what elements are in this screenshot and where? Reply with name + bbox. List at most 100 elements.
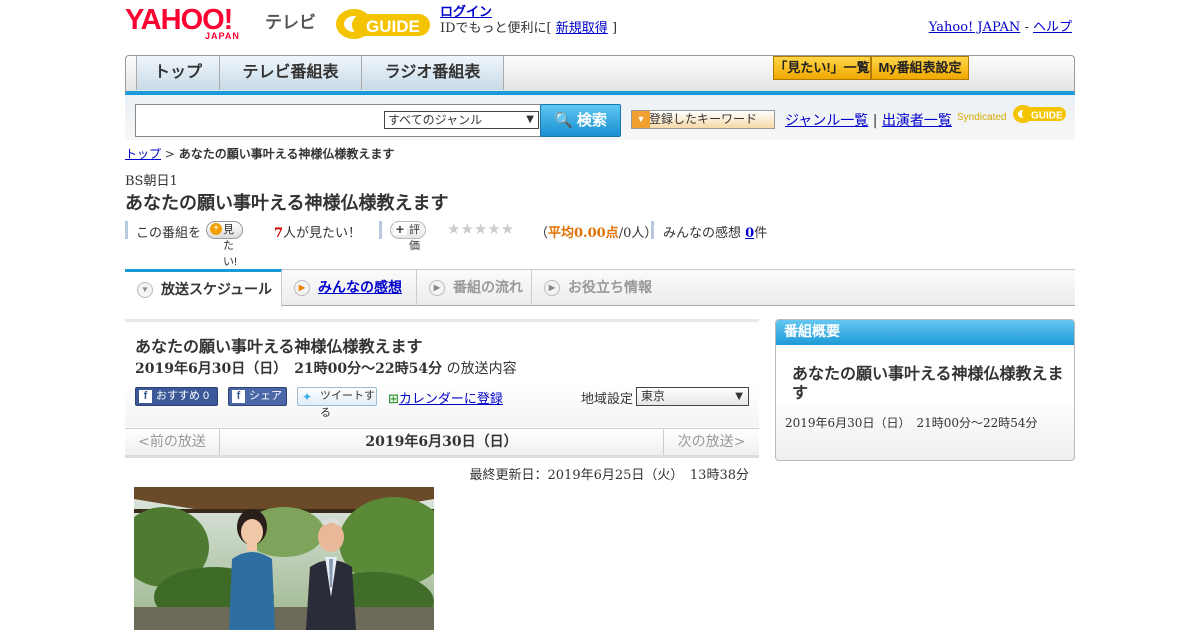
performer-list-link[interactable]: 出演者一覧: [882, 113, 952, 129]
tab-schedule-label: 放送スケジュール: [161, 281, 273, 297]
syndicated-label: Syndicated: [957, 112, 1007, 123]
twitter-bird-icon: ✦: [302, 390, 313, 404]
avg-score: 平均0.00点: [548, 226, 619, 241]
kansou-suffix: 件: [754, 226, 768, 241]
login-box: ログイン IDでもっと便利に[ 新規取得 ]: [440, 5, 617, 37]
genre-links: ジャンル一覧 | 出演者一覧: [785, 110, 952, 130]
gguide-small-logo-text: GUIDE: [1031, 111, 1063, 122]
rating-stars: ★★★★★: [447, 220, 515, 238]
calendar-add-icon: ⊞: [388, 392, 399, 407]
mitai-button[interactable]: + 見たい!: [206, 221, 244, 268]
rating-divider: [125, 221, 128, 239]
rating-divider: [379, 221, 382, 239]
dropdown-arrow-icon: ▼: [632, 111, 650, 128]
search-button-label: 検索: [576, 112, 607, 129]
program-summary-panel: 番組概要 あなたの願い事叶える神様仏様教えます 2019年6月30日（日） 21…: [775, 319, 1075, 461]
station-name: BS朝日1: [125, 174, 178, 189]
yahoo-logo-text: YAHOO!: [125, 4, 233, 36]
program-summary-title: あなたの願い事叶える神様仏様教えます: [792, 364, 1064, 402]
date-nav: <前の放送 2019年6月30日（日） 次の放送>: [125, 428, 759, 458]
page-title: あなたの願い事叶える神様仏様教えます: [125, 193, 449, 214]
region-select[interactable]: 東京 ▼: [636, 387, 749, 406]
broadcast-date: 2019年6月30日（日）: [365, 434, 518, 450]
program-photo: [134, 487, 434, 630]
facebook-icon: f: [232, 390, 245, 403]
program-photo-image: [134, 487, 434, 630]
help-link[interactable]: ヘルプ: [1033, 20, 1072, 35]
next-broadcast-link[interactable]: 次の放送>: [663, 429, 759, 455]
yahoo-logo[interactable]: YAHOO! JAPAN: [125, 6, 261, 42]
region-select-value: 東京: [641, 389, 666, 403]
mitai-list-button[interactable]: 「見たい!」一覧: [773, 56, 871, 80]
tweet-button[interactable]: ✦ ツイートする: [297, 387, 377, 419]
prev-broadcast-link[interactable]: <前の放送: [125, 429, 220, 455]
nav-tab-top[interactable]: トップ: [136, 56, 220, 90]
yahoo-logo-sub: JAPAN: [205, 31, 240, 41]
gguide-logo-text: GUIDE: [366, 17, 420, 36]
mitai-button-label: 見たい!: [223, 224, 238, 268]
genre-select[interactable]: すべてのジャンル ▼: [384, 111, 539, 129]
plus-icon: +: [394, 221, 406, 237]
program-title: あなたの願い事叶える神様仏様教えます: [135, 337, 423, 356]
genre-list-link[interactable]: ジャンル一覧: [785, 113, 868, 129]
chevron-down-icon: ▼: [137, 282, 153, 298]
mitai-suffix: 人が見たい！: [283, 226, 362, 241]
gguide-logo-icon: GUIDE: [336, 9, 430, 39]
genre-select-value: すべてのジャンル: [388, 113, 483, 127]
my-guide-settings-button[interactable]: My番組表設定: [871, 56, 969, 80]
facebook-recommend-button[interactable]: f おすすめ 0: [135, 387, 218, 406]
chevron-right-icon: ▶: [294, 280, 310, 296]
registered-keyword-button[interactable]: ▼ 登録したキーワード: [631, 110, 775, 129]
mitai-prefix: この番組を: [136, 226, 202, 241]
login-link[interactable]: ログイン: [440, 5, 492, 20]
facebook-recommend-label: おすすめ 0: [156, 390, 210, 402]
program-time-value: 2019年6月30日（日） 21時00分～22時54分: [135, 361, 443, 377]
plus-icon: +: [210, 223, 222, 235]
hyouka-button-label: 評価: [409, 224, 420, 252]
registered-keyword-label: 登録したキーワード: [648, 112, 757, 126]
program-time-suffix: の放送内容: [442, 361, 517, 377]
login-suffix: ]: [611, 21, 618, 36]
tab-kansou[interactable]: ▶ みんなの感想: [282, 270, 417, 306]
dropdown-arrow-icon: ▼: [735, 391, 743, 402]
dropdown-arrow-icon: ▼: [526, 114, 534, 125]
kansou-label: みんなの感想: [663, 226, 742, 241]
tab-info[interactable]: ▶ お役立ち情報: [532, 270, 662, 306]
tab-schedule[interactable]: ▼ 放送スケジュール: [125, 269, 282, 307]
search-icon: 🔍: [554, 112, 573, 129]
breadcrumb-separator: >: [161, 147, 179, 161]
breadcrumb-top-link[interactable]: トップ: [125, 147, 161, 161]
nav-tab-radio-guide[interactable]: ラジオ番組表: [362, 56, 504, 90]
register-link[interactable]: 新規取得: [556, 21, 608, 36]
program-time: 2019年6月30日（日） 21時00分～22時54分 の放送内容: [135, 358, 517, 378]
rating-divider: [651, 221, 654, 239]
facebook-share-button[interactable]: f シェア: [228, 387, 287, 406]
mitai-count: 7: [274, 226, 284, 241]
kansou-count-link[interactable]: 0: [745, 226, 754, 241]
help-links: Yahoo! JAPAN - ヘルプ: [929, 16, 1072, 35]
tab-kansou-label: みんなの感想: [318, 279, 402, 295]
gguide-logo[interactable]: GUIDE: [334, 6, 434, 42]
hyouka-button[interactable]: + 評価: [390, 221, 426, 252]
tv-label[interactable]: テレビ: [265, 8, 316, 33]
link-divider: |: [872, 113, 878, 129]
nav-tab-tv-guide[interactable]: テレビ番組表: [220, 56, 362, 90]
breadcrumb: トップ > あなたの願い事叶える神様仏様教えます: [125, 145, 394, 162]
program-summary-header: 番組概要: [776, 320, 1074, 345]
facebook-share-label: シェア: [249, 390, 282, 402]
calendar-register-link[interactable]: カレンダーに登録: [399, 392, 503, 407]
gguide-small-logo: GUIDE: [1012, 103, 1068, 125]
avg-open: （: [535, 226, 549, 241]
program-summary-time: 2019年6月30日（日） 21時00分～22時54分: [785, 416, 1038, 430]
region-label: 地域設定: [581, 392, 634, 407]
tab-info-label: お役立ち情報: [568, 279, 652, 295]
chevron-right-icon: ▶: [544, 280, 560, 296]
tab-flow[interactable]: ▶ 番組の流れ: [417, 270, 532, 306]
yahoo-japan-link[interactable]: Yahoo! JAPAN: [929, 20, 1021, 35]
facebook-icon: f: [139, 390, 152, 403]
search-button[interactable]: 🔍 検索: [540, 104, 621, 137]
tab-flow-label: 番組の流れ: [453, 279, 523, 295]
calendar-register[interactable]: ⊞カレンダーに登録: [388, 388, 503, 407]
main-nav: トップ テレビ番組表 ラジオ番組表 「見たい!」一覧 My番組表設定: [125, 55, 1075, 95]
section-tabs: ▼ 放送スケジュール ▶ みんなの感想 ▶ 番組の流れ ▶ お役立ち情報: [125, 269, 1075, 307]
